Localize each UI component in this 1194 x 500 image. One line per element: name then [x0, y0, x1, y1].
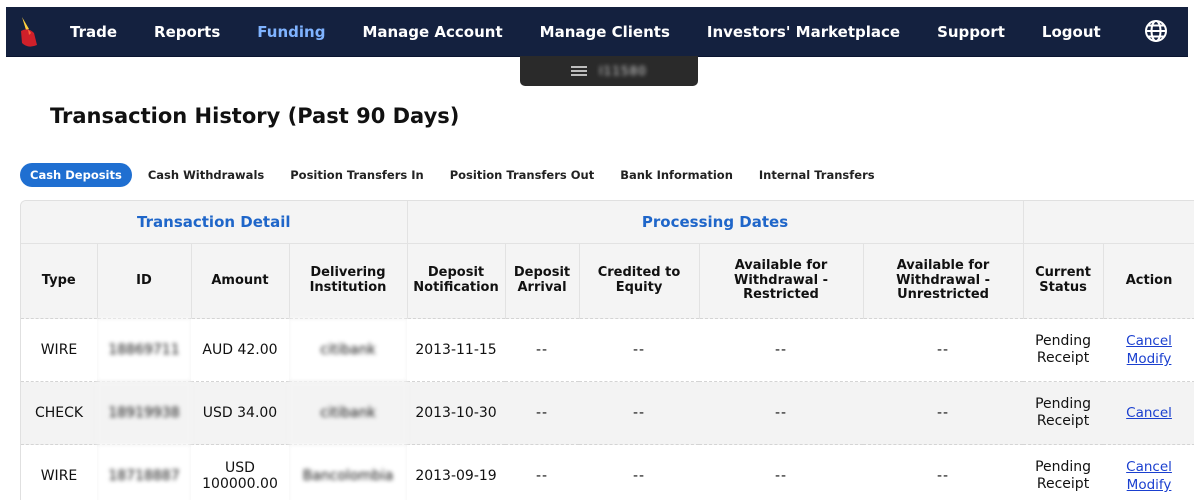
cell-id: 18919938: [97, 382, 191, 445]
modify-link[interactable]: Modify: [1104, 350, 1194, 368]
cell-status: Pending Receipt: [1023, 445, 1103, 500]
modify-link[interactable]: Modify: [1104, 476, 1194, 494]
nav-reports[interactable]: Reports: [154, 23, 220, 41]
cell-institution: citibank: [289, 382, 407, 445]
table-row: WIRE 18718887 USD 100000.00 Bancolombia …: [21, 445, 1194, 500]
cell-action: Cancel Modify: [1103, 445, 1194, 500]
cell-restricted: --: [699, 319, 863, 382]
nav-manage-clients[interactable]: Manage Clients: [540, 23, 670, 41]
top-nav: Trade Reports Funding Manage Account Man…: [6, 7, 1188, 57]
tab-bar: Cash Deposits Cash Withdrawals Position …: [20, 162, 901, 188]
cell-status: Pending Receipt: [1023, 382, 1103, 445]
cell-type: CHECK: [21, 382, 97, 445]
account-selector-handle[interactable]: I11580: [520, 56, 698, 86]
transactions-panel: Transaction Detail Processing Dates Type…: [20, 200, 1194, 500]
cell-credited: --: [579, 382, 699, 445]
page-title: Transaction History (Past 90 Days): [50, 104, 459, 128]
column-header-deposit-notification: Deposit Notification: [407, 244, 505, 319]
cell-id: 18869711: [97, 319, 191, 382]
column-header-deposit-arrival: Deposit Arrival: [505, 244, 579, 319]
globe-icon[interactable]: [1144, 19, 1168, 43]
nav-support[interactable]: Support: [937, 23, 1005, 41]
group-header-transaction-detail: Transaction Detail: [21, 201, 407, 244]
cell-deposit-notification: 2013-11-15: [407, 319, 505, 382]
tab-cash-withdrawals[interactable]: Cash Withdrawals: [148, 168, 264, 182]
brand-logo-icon[interactable]: [18, 15, 40, 49]
column-header-available-restricted: Available for Withdrawal - Restricted: [699, 244, 863, 319]
column-header-amount: Amount: [191, 244, 289, 319]
cell-unrestricted: --: [863, 319, 1023, 382]
tab-bank-information[interactable]: Bank Information: [620, 168, 733, 182]
cell-amount: AUD 42.00: [191, 319, 289, 382]
column-header-current-status: Current Status: [1023, 244, 1103, 319]
cancel-link[interactable]: Cancel: [1104, 458, 1194, 476]
cell-institution: citibank: [289, 319, 407, 382]
cell-amount: USD 34.00: [191, 382, 289, 445]
cell-amount: USD 100000.00: [191, 445, 289, 500]
group-header-processing-dates: Processing Dates: [407, 201, 1023, 244]
column-header-credited-to-equity: Credited to Equity: [579, 244, 699, 319]
menu-icon: [571, 66, 587, 76]
cell-action: Cancel Modify: [1103, 319, 1194, 382]
cell-institution: Bancolombia: [289, 445, 407, 500]
cell-credited: --: [579, 319, 699, 382]
cell-unrestricted: --: [863, 445, 1023, 500]
cell-status: Pending Receipt: [1023, 319, 1103, 382]
column-header-action: Action: [1103, 244, 1194, 319]
cell-deposit-notification: 2013-10-30: [407, 382, 505, 445]
nav-funding[interactable]: Funding: [257, 23, 325, 41]
table-row: CHECK 18919938 USD 34.00 citibank 2013-1…: [21, 382, 1194, 445]
group-header-blank: [1023, 201, 1194, 244]
cancel-link[interactable]: Cancel: [1104, 404, 1194, 422]
column-header-type: Type: [21, 244, 97, 319]
cell-type: WIRE: [21, 445, 97, 500]
cell-deposit-arrival: --: [505, 319, 579, 382]
cell-type: WIRE: [21, 319, 97, 382]
cancel-link[interactable]: Cancel: [1104, 332, 1194, 350]
cell-deposit-arrival: --: [505, 382, 579, 445]
cell-deposit-notification: 2013-09-19: [407, 445, 505, 500]
tab-cash-deposits[interactable]: Cash Deposits: [20, 163, 132, 187]
cell-action: Cancel: [1103, 382, 1194, 445]
cell-restricted: --: [699, 382, 863, 445]
cell-restricted: --: [699, 445, 863, 500]
tab-position-transfers-in[interactable]: Position Transfers In: [290, 168, 423, 182]
nav-manage-account[interactable]: Manage Account: [362, 23, 502, 41]
tab-position-transfers-out[interactable]: Position Transfers Out: [450, 168, 594, 182]
column-header-available-unrestricted: Available for Withdrawal - Unrestricted: [863, 244, 1023, 319]
nav-logout[interactable]: Logout: [1042, 23, 1101, 41]
column-header-delivering-institution: Delivering Institution: [289, 244, 407, 319]
nav-investors-marketplace[interactable]: Investors' Marketplace: [707, 23, 900, 41]
cell-credited: --: [579, 445, 699, 500]
tab-internal-transfers[interactable]: Internal Transfers: [759, 168, 875, 182]
table-row: WIRE 18869711 AUD 42.00 citibank 2013-11…: [21, 319, 1194, 382]
nav-trade[interactable]: Trade: [70, 23, 117, 41]
cell-unrestricted: --: [863, 382, 1023, 445]
account-id: I11580: [599, 64, 647, 78]
cell-deposit-arrival: --: [505, 445, 579, 500]
cell-id: 18718887: [97, 445, 191, 500]
column-header-id: ID: [97, 244, 191, 319]
transactions-table: Transaction Detail Processing Dates Type…: [21, 201, 1194, 500]
